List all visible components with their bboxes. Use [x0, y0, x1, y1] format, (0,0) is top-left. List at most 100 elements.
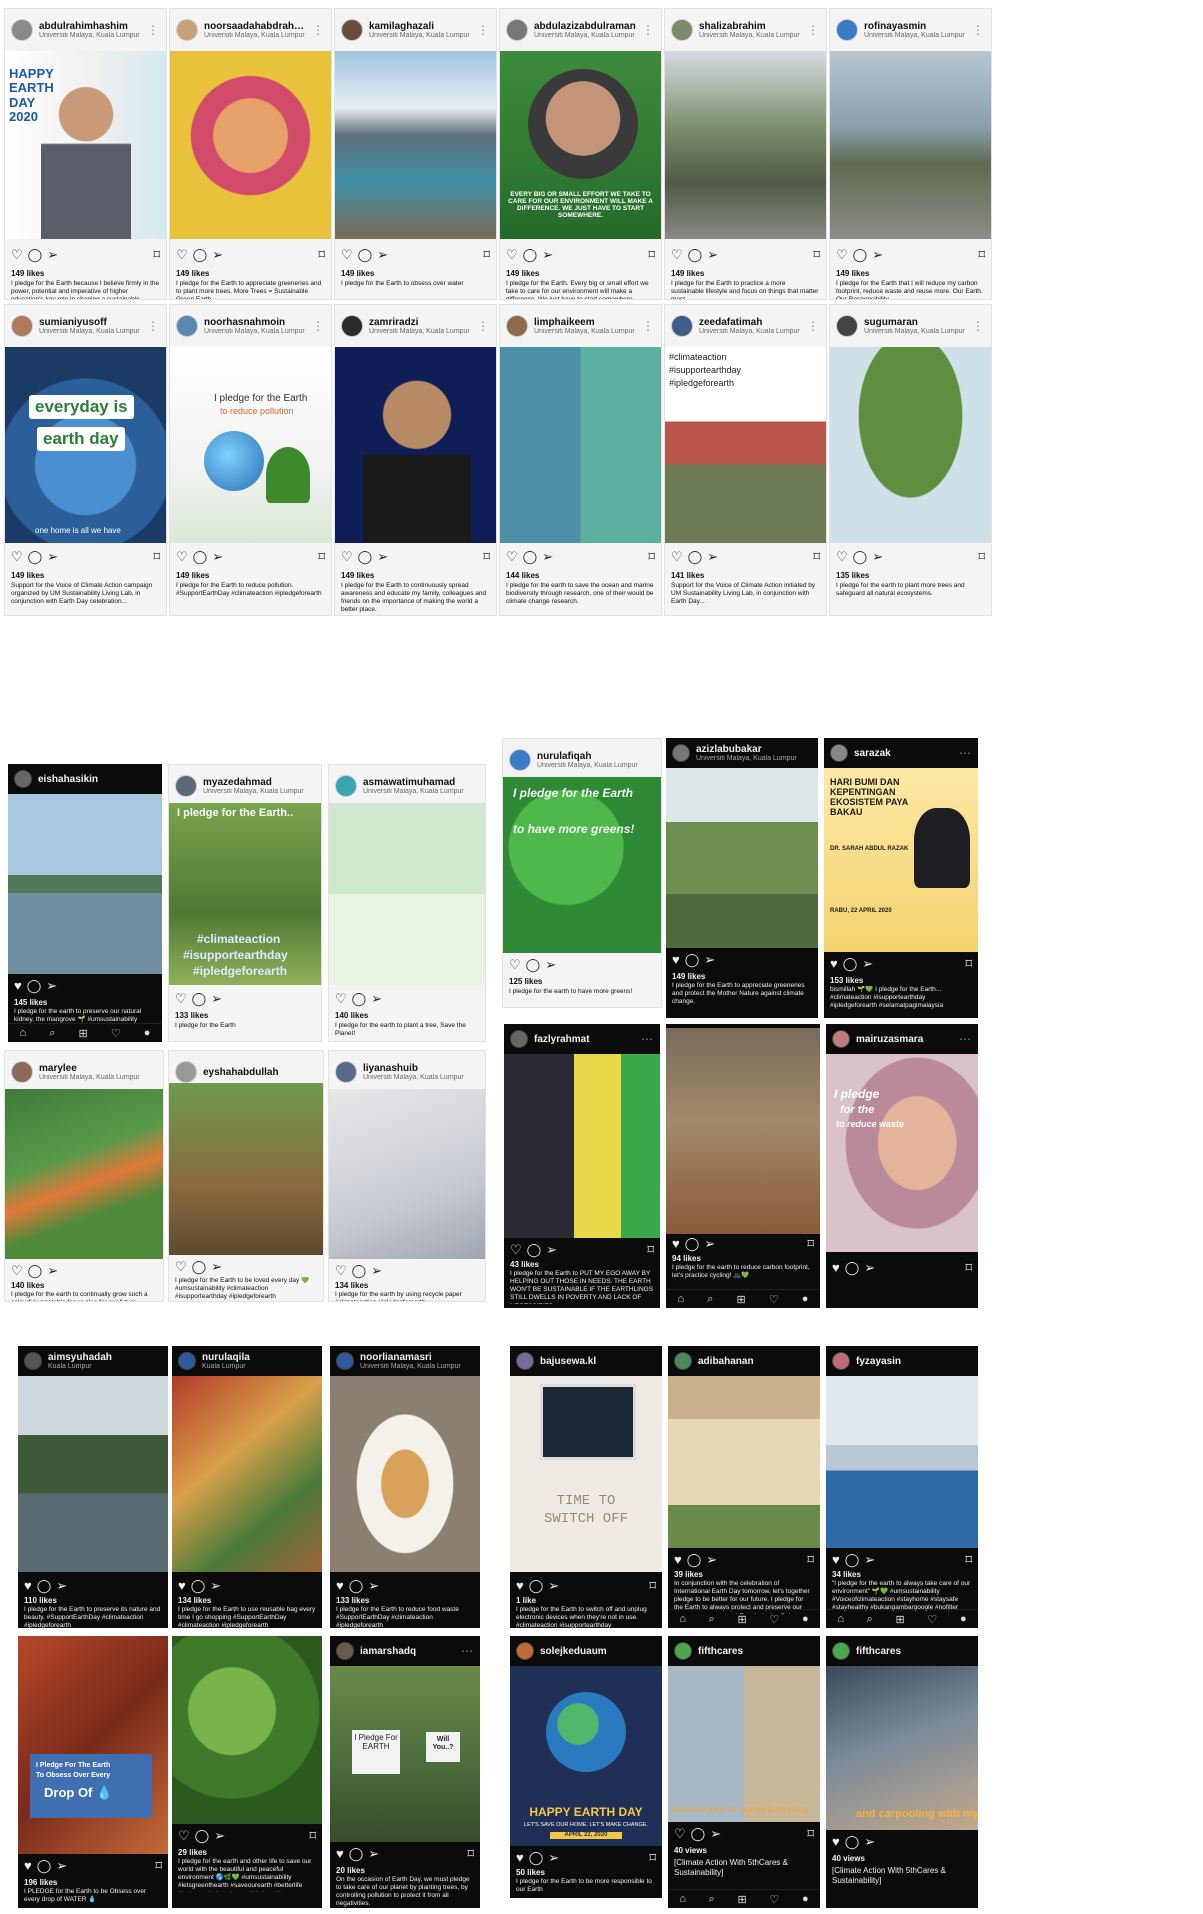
likes-count[interactable]: 149 likes: [341, 571, 374, 580]
heart-icon[interactable]: ♡: [111, 1027, 121, 1040]
comment-icon[interactable]: ◯: [529, 1850, 544, 1866]
heart-icon[interactable]: ♡: [509, 957, 521, 973]
profile-icon[interactable]: ●: [144, 1027, 151, 1039]
avatar[interactable]: [11, 19, 33, 41]
avatar[interactable]: [509, 749, 531, 771]
likes-count[interactable]: 20 likes: [336, 1866, 365, 1875]
heart-icon[interactable]: ♡: [769, 1613, 779, 1626]
username[interactable]: fyzayasin: [856, 1356, 972, 1367]
avatar[interactable]: [335, 1061, 357, 1083]
likes-count[interactable]: 149 likes: [11, 269, 44, 278]
heart-icon[interactable]: ♥: [24, 1578, 32, 1594]
share-icon[interactable]: ➢: [864, 1552, 875, 1568]
likes-count[interactable]: 134 likes: [178, 1596, 211, 1605]
bookmark-icon[interactable]: ⌑: [807, 1826, 814, 1842]
avatar[interactable]: [336, 1352, 354, 1370]
share-icon[interactable]: ➢: [368, 1846, 379, 1862]
share-icon[interactable]: ➢: [56, 1858, 67, 1874]
share-icon[interactable]: ➢: [707, 247, 718, 263]
comment-icon[interactable]: ◯: [523, 549, 538, 565]
heart-icon[interactable]: ♥: [24, 1858, 32, 1874]
add-icon[interactable]: ⊞: [738, 1613, 747, 1626]
location[interactable]: Universiti Malaya, Kuala Lumpur: [534, 32, 642, 39]
comment-icon[interactable]: ◯: [358, 247, 373, 263]
search-icon[interactable]: ⌕: [49, 1027, 55, 1040]
more-options-icon[interactable]: ⋮: [147, 23, 160, 37]
share-icon[interactable]: ➢: [214, 1828, 225, 1844]
location[interactable]: Kuala Lumpur: [202, 1363, 316, 1370]
username[interactable]: adibahanan: [698, 1356, 814, 1367]
search-icon[interactable]: ⌕: [867, 1613, 873, 1626]
username[interactable]: sugumaran: [864, 317, 972, 328]
heart-icon[interactable]: ♥: [832, 1260, 840, 1276]
username[interactable]: liyanashuib: [363, 1063, 479, 1074]
more-options-icon[interactable]: ⋮: [972, 23, 985, 37]
heart-icon[interactable]: ♡: [176, 549, 188, 565]
home-icon[interactable]: ⌂: [679, 1893, 686, 1905]
location[interactable]: Universiti Malaya, Kuala Lumpur: [699, 328, 807, 335]
heart-icon[interactable]: ♡: [11, 1263, 23, 1279]
more-options-icon[interactable]: ⋮: [477, 319, 490, 333]
comment-icon[interactable]: ◯: [37, 1858, 52, 1874]
username[interactable]: sumianiyusoff: [39, 317, 147, 328]
likes-count[interactable]: 149 likes: [672, 972, 705, 981]
location[interactable]: Universiti Malaya, Kuala Lumpur: [864, 32, 972, 39]
likes-count[interactable]: 144 likes: [506, 571, 539, 580]
avatar[interactable]: [341, 315, 363, 337]
avatar[interactable]: [836, 315, 858, 337]
avatar[interactable]: [11, 315, 33, 337]
username[interactable]: noorsaadahabdrahman: [204, 21, 312, 32]
more-options-icon[interactable]: ⋮: [807, 23, 820, 37]
share-icon[interactable]: ➢: [211, 1259, 222, 1275]
comment-icon[interactable]: ◯: [845, 1834, 860, 1850]
heart-icon[interactable]: ♥: [516, 1578, 524, 1594]
location[interactable]: Universiti Malaya, Kuala Lumpur: [203, 788, 315, 795]
bookmark-icon[interactable]: ⌑: [978, 549, 985, 565]
heart-icon[interactable]: ♡: [11, 247, 23, 263]
heart-icon[interactable]: ♡: [506, 247, 518, 263]
comment-icon[interactable]: ◯: [845, 1260, 860, 1276]
heart-icon[interactable]: ♡: [927, 1613, 937, 1626]
username[interactable]: noorhasnahmoin: [204, 317, 312, 328]
home-icon[interactable]: ⌂: [678, 1293, 685, 1305]
bookmark-icon[interactable]: ⌑: [807, 1552, 814, 1568]
comment-icon[interactable]: ◯: [845, 1552, 860, 1568]
likes-count[interactable]: 110 likes: [24, 1596, 57, 1605]
avatar[interactable]: [674, 1642, 692, 1660]
username[interactable]: noorlianamasri: [360, 1352, 474, 1363]
likes-count[interactable]: 43 likes: [510, 1260, 539, 1269]
share-icon[interactable]: ➢: [47, 549, 58, 565]
profile-icon[interactable]: ●: [802, 1893, 809, 1905]
bookmark-icon[interactable]: ⌑: [318, 549, 325, 565]
avatar[interactable]: [335, 775, 357, 797]
location[interactable]: Universiti Malaya, Kuala Lumpur: [363, 788, 479, 795]
share-icon[interactable]: ➢: [864, 1834, 875, 1850]
likes-count[interactable]: 125 likes: [509, 977, 542, 986]
comment-icon[interactable]: ◯: [28, 247, 43, 263]
comment-icon[interactable]: ◯: [526, 957, 541, 973]
likes-count[interactable]: 134 likes: [335, 1281, 368, 1290]
heart-icon[interactable]: ♡: [178, 1828, 190, 1844]
heart-icon[interactable]: ♥: [830, 956, 838, 972]
avatar[interactable]: [830, 744, 848, 762]
avatar[interactable]: [506, 19, 528, 41]
username[interactable]: rofinayasmin: [864, 21, 972, 32]
likes-count[interactable]: 50 likes: [516, 1868, 545, 1877]
bookmark-icon[interactable]: ⌑: [649, 1578, 656, 1594]
likes-count[interactable]: 133 likes: [175, 1011, 208, 1020]
username[interactable]: fifthcares: [856, 1646, 972, 1657]
comment-icon[interactable]: ◯: [352, 1263, 367, 1279]
comment-icon[interactable]: ◯: [685, 952, 700, 968]
share-icon[interactable]: ➢: [706, 1552, 717, 1568]
heart-icon[interactable]: ♡: [836, 247, 848, 263]
comment-icon[interactable]: ◯: [191, 1578, 206, 1594]
avatar[interactable]: [24, 1352, 42, 1370]
bookmark-icon[interactable]: ⌑: [648, 247, 655, 263]
location[interactable]: Universiti Malaya, Kuala Lumpur: [696, 755, 812, 762]
username[interactable]: solejkeduaum: [540, 1646, 656, 1657]
heart-icon[interactable]: ♡: [341, 247, 353, 263]
avatar[interactable]: [178, 1352, 196, 1370]
avatar[interactable]: [341, 19, 363, 41]
bookmark-icon[interactable]: ⌑: [483, 549, 490, 565]
location[interactable]: Universiti Malaya, Kuala Lumpur: [864, 328, 972, 335]
